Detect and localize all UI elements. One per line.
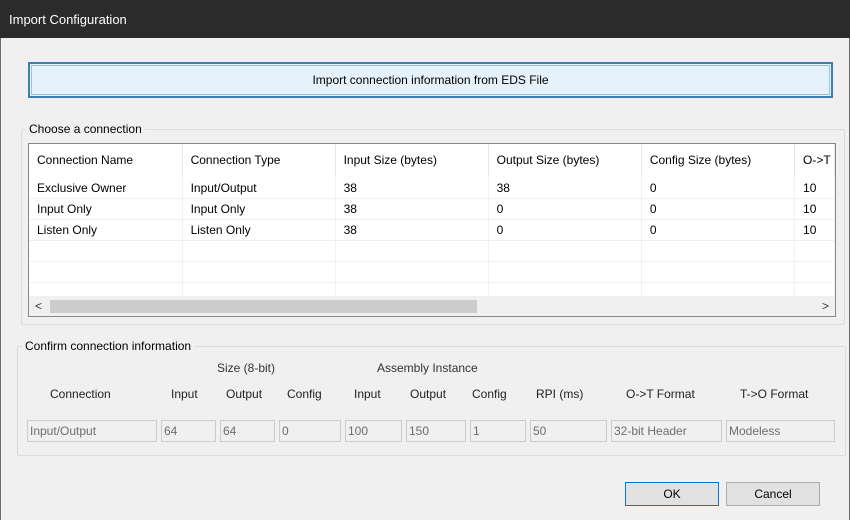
cell-output-size: 0 <box>488 198 642 220</box>
cell-connection-name: Input Only <box>29 198 183 220</box>
cancel-button[interactable]: Cancel <box>726 482 820 506</box>
assembly-instance-header: Assembly Instance <box>377 361 478 375</box>
col-input-label: Input <box>171 387 198 401</box>
cell-input-size: 38 <box>335 177 489 199</box>
scroll-right-icon[interactable]: > <box>816 297 835 316</box>
column-header-connection-type[interactable]: Connection Type <box>182 144 336 178</box>
size-config-field: 0 <box>279 420 341 442</box>
column-header-config-size[interactable]: Config Size (bytes) <box>641 144 796 178</box>
rpi-field: 50 <box>530 420 607 442</box>
cell-connection-type: Input Only <box>182 198 336 220</box>
col-config-label: Config <box>287 387 322 401</box>
confirm-connection-label: Confirm connection information <box>22 339 195 353</box>
cell-input-size: 38 <box>335 198 489 220</box>
import-eds-button-label: Import connection information from EDS F… <box>312 73 549 87</box>
cell-config-size: 0 <box>641 177 796 199</box>
ok-button[interactable]: OK <box>625 482 719 506</box>
import-eds-button[interactable]: Import connection information from EDS F… <box>28 62 833 98</box>
cell-output-size: 0 <box>488 219 642 241</box>
col-asm-input-label: Input <box>354 387 381 401</box>
cell-connection-name: Exclusive Owner <box>29 177 183 199</box>
cell-ot: 10 <box>794 198 835 220</box>
col-output-label: Output <box>226 387 263 401</box>
window-title: Import Configuration <box>9 12 127 27</box>
column-header-ot[interactable]: O->T <box>794 144 835 178</box>
cell-config-size: 0 <box>641 219 796 241</box>
cell-connection-type: Listen Only <box>182 219 336 241</box>
ot-format-field: 32-bit Header <box>611 420 722 442</box>
empty-row <box>29 261 835 283</box>
col-ot-format-label: O->T Format <box>626 387 695 401</box>
size-output-field: 64 <box>220 420 275 442</box>
col-asm-config-label: Config <box>472 387 507 401</box>
column-header-connection-name[interactable]: Connection Name <box>29 144 183 178</box>
col-rpi-label: RPI (ms) <box>536 387 584 401</box>
column-header-output-size[interactable]: Output Size (bytes) <box>488 144 642 178</box>
col-to-format-label: T->O Format <box>740 387 809 401</box>
column-header-input-size[interactable]: Input Size (bytes) <box>335 144 489 178</box>
table-row[interactable]: Listen Only Listen Only 38 0 0 10 <box>29 219 835 241</box>
cell-input-size: 38 <box>335 219 489 241</box>
asm-config-field: 1 <box>470 420 526 442</box>
cell-ot: 10 <box>794 219 835 241</box>
empty-row <box>29 240 835 262</box>
connection-field: Input/Output <box>27 420 157 442</box>
asm-output-field: 150 <box>406 420 466 442</box>
choose-connection-label: Choose a connection <box>26 122 145 136</box>
asm-input-field: 100 <box>345 420 402 442</box>
size-8bit-header: Size (8-bit) <box>217 361 276 375</box>
connection-list[interactable]: Connection Name Connection Type Input Si… <box>28 143 836 317</box>
cell-connection-name: Listen Only <box>29 219 183 241</box>
cell-connection-type: Input/Output <box>182 177 336 199</box>
connection-table-header: Connection Name Connection Type Input Si… <box>29 144 835 178</box>
connection-table: Connection Name Connection Type Input Si… <box>29 144 835 304</box>
table-row[interactable]: Input Only Input Only 38 0 0 10 <box>29 198 835 220</box>
scroll-left-icon[interactable]: < <box>29 297 48 316</box>
size-input-field: 64 <box>161 420 216 442</box>
cell-config-size: 0 <box>641 198 796 220</box>
to-format-field: Modeless <box>726 420 835 442</box>
col-connection-label: Connection <box>50 387 111 401</box>
title-bar: Import Configuration <box>0 0 850 38</box>
cell-output-size: 38 <box>488 177 642 199</box>
scrollbar-thumb[interactable] <box>50 300 477 313</box>
cell-ot: 10 <box>794 177 835 199</box>
horizontal-scrollbar[interactable]: < > <box>29 296 835 316</box>
col-asm-output-label: Output <box>410 387 447 401</box>
table-row[interactable]: Exclusive Owner Input/Output 38 38 0 10 <box>29 177 835 199</box>
